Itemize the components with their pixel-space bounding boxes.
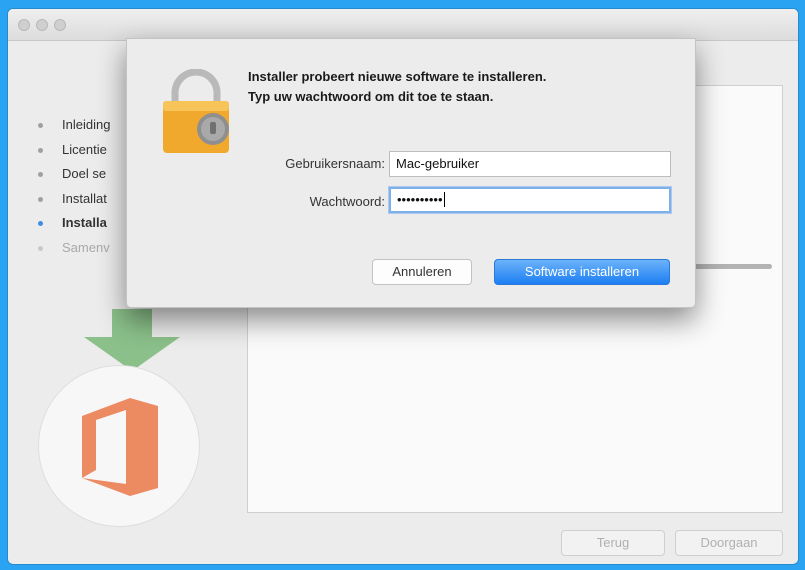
install-software-button[interactable]: Software installeren: [494, 259, 670, 285]
password-label: Wachtwoord:: [309, 194, 385, 209]
password-value: ••••••••••: [397, 192, 443, 207]
back-button[interactable]: Terug: [561, 530, 665, 556]
step-bullet: [38, 172, 43, 177]
dialog-message: Installer probeert nieuwe software te in…: [248, 67, 678, 107]
lock-icon: [163, 69, 229, 153]
close-window-button[interactable]: [18, 19, 30, 31]
username-label: Gebruikersnaam:: [285, 156, 385, 171]
step-label: Licentie: [62, 141, 107, 157]
step-label: Installat: [62, 190, 107, 206]
office-logo-icon: [82, 398, 158, 496]
step-label: Installa: [62, 215, 107, 230]
dialog-message-line-2: Typ uw wachtwoord om dit toe te staan.: [248, 89, 494, 104]
step-bullet: [38, 147, 43, 153]
office-logo-badge: [38, 365, 200, 527]
download-arrow-icon: [84, 309, 180, 371]
password-field[interactable]: ••••••••••: [389, 187, 671, 213]
step-label: Inleiding: [62, 117, 111, 132]
step-label: Doel se: [62, 166, 107, 181]
minimize-window-button[interactable]: [36, 19, 48, 31]
dialog-message-line-1: Installer probeert nieuwe software te in…: [248, 69, 547, 84]
step-bullet: [38, 196, 43, 202]
username-field[interactable]: Mac-gebruiker: [389, 151, 671, 177]
zoom-window-button[interactable]: [54, 19, 66, 31]
step-label: Samenv: [62, 239, 110, 255]
cancel-button[interactable]: Annuleren: [372, 259, 472, 285]
step-bullet: [38, 245, 43, 251]
text-caret: [443, 192, 445, 207]
step-bullet: [38, 123, 43, 128]
continue-button[interactable]: Doorgaan: [675, 530, 783, 556]
title-bar: [8, 9, 798, 41]
authentication-dialog: Installer probeert nieuwe software te in…: [126, 38, 696, 308]
step-bullet: [38, 221, 43, 226]
